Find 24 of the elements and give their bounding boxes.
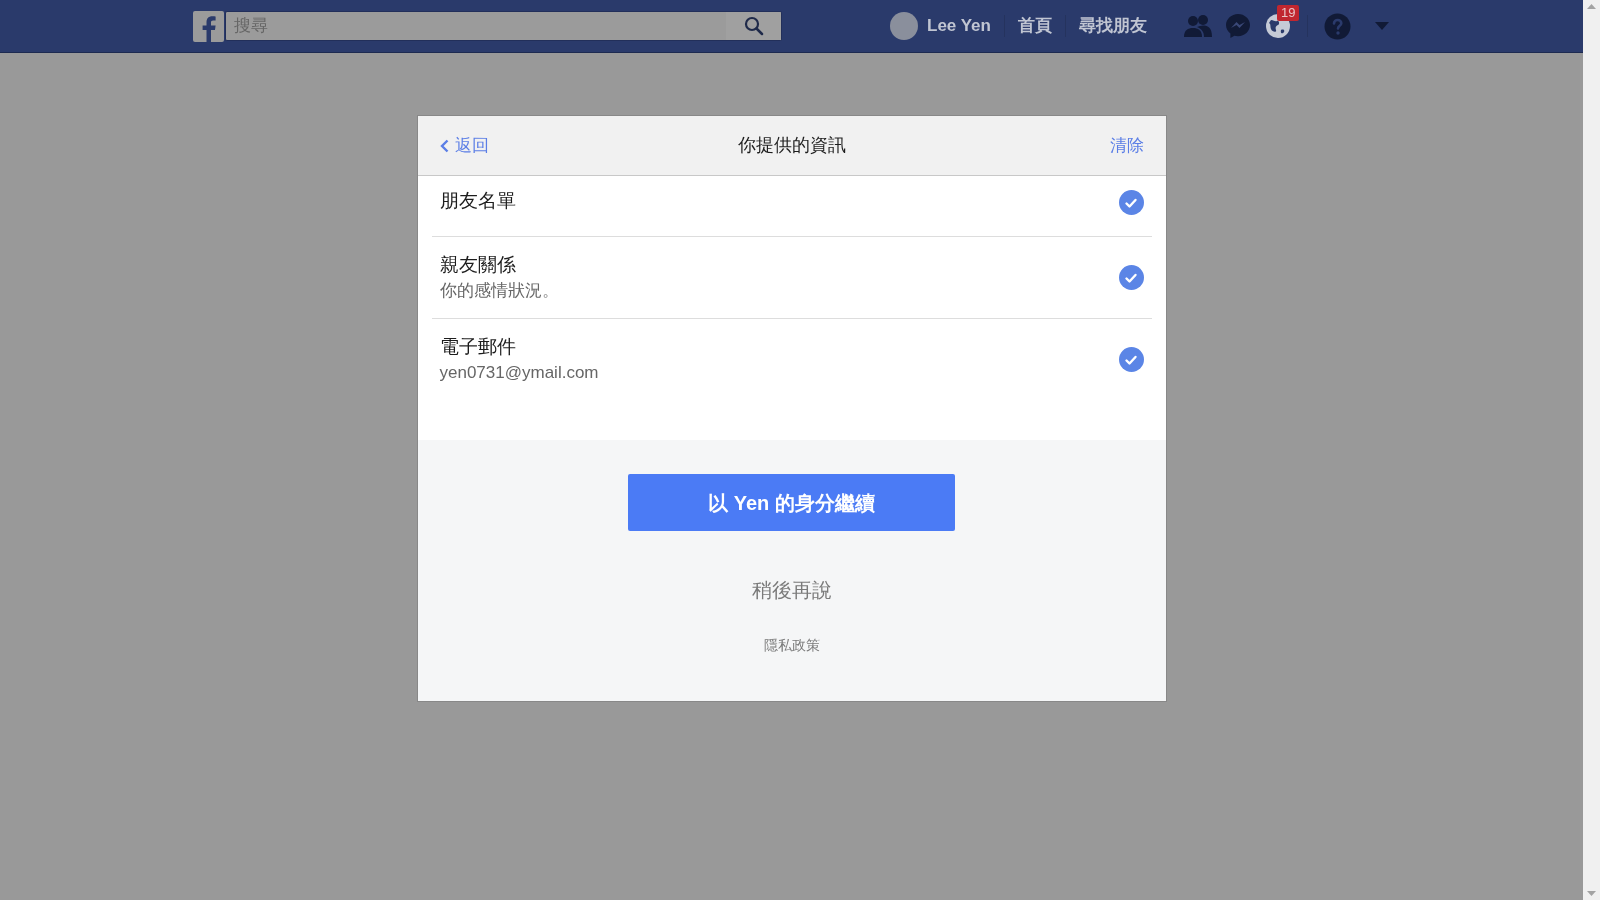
permission-title: 親友關係: [439, 252, 517, 277]
scroll-down-icon[interactable]: [1587, 891, 1596, 896]
permission-detail: yen0731@ymail.com: [439, 361, 600, 384]
checked-checkbox[interactable]: [1118, 190, 1144, 215]
permission-title: 電子郵件: [439, 334, 517, 359]
logo-icon[interactable]: [193, 10, 224, 42]
clear-link[interactable]: 清除: [1109, 132, 1144, 159]
scrollbar[interactable]: [1583, 0, 1600, 900]
avatar-icon[interactable]: [890, 12, 918, 40]
checked-checkbox[interactable]: [1118, 265, 1144, 290]
continue-button[interactable]: 以 Yen 的身分繼續: [628, 474, 955, 531]
dialog-title: 你提供的資訊: [737, 134, 846, 157]
privacy-policy-link[interactable]: 隱私政策: [763, 635, 820, 656]
profile-link[interactable]: Lee Yen: [927, 13, 991, 39]
scroll-up-icon[interactable]: [1587, 4, 1596, 9]
nav-link[interactable]: 首頁: [1017, 13, 1052, 39]
chevron-left-icon: [439, 138, 449, 153]
back-link[interactable]: 返回: [439, 132, 489, 159]
notification-count: 19: [1276, 5, 1300, 21]
nav-link[interactable]: 尋找朋友: [1078, 13, 1147, 39]
later-link[interactable]: 稍後再說: [751, 575, 832, 605]
permission-detail: 你的感情狀況。: [439, 279, 560, 302]
permission-title: 朋友名單: [439, 189, 517, 213]
checked-checkbox[interactable]: [1118, 347, 1144, 372]
